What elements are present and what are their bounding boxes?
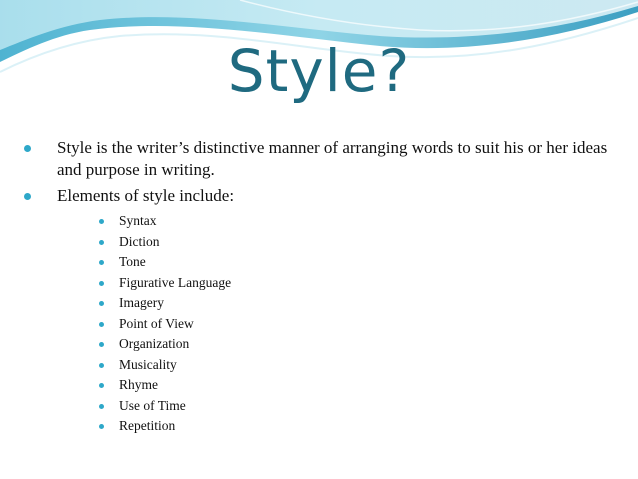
list-item: Repetition (57, 416, 622, 437)
bullet-text: Elements of style include: (57, 186, 235, 205)
list-item-text: Syntax (119, 213, 157, 228)
list-item: Diction (57, 232, 622, 253)
list-item-text: Use of Time (119, 397, 186, 413)
bullet-dot-icon (99, 424, 104, 429)
bullet-dot-icon (99, 383, 104, 388)
list-item: Rhyme (57, 375, 622, 396)
bullet-dot-icon (24, 193, 31, 200)
list-item-text: Repetition (119, 418, 176, 433)
bullet-text: Style is the writer’s distinctive manner… (57, 138, 608, 179)
bullet-dot-icon (99, 239, 104, 245)
list-item: Point of View (57, 314, 622, 335)
bullet-dot-icon (99, 260, 104, 265)
list-item-text: Rhyme (119, 377, 158, 392)
bullet-dot-icon (99, 362, 104, 368)
list-item: Figurative Language (57, 273, 622, 294)
list-item-text: Musicality (119, 356, 177, 372)
list-item: Use of Time (57, 396, 622, 417)
list-item-text: Tone (119, 254, 146, 269)
list-item-text: Diction (119, 233, 160, 249)
list-item: Musicality (57, 355, 622, 376)
list-item: Syntax (57, 211, 622, 232)
bullet-dot-icon (24, 145, 31, 152)
slide-title: Style? (227, 37, 411, 105)
bullet-dot-icon (99, 403, 104, 409)
style-elements-list: Syntax Diction Tone Figurative Language … (57, 211, 622, 437)
list-item-text: Point of View (119, 315, 194, 331)
list-item-text: Figurative Language (119, 274, 232, 290)
bullet-item: Style is the writer’s distinctive manner… (22, 137, 622, 181)
bullet-list: Style is the writer’s distinctive manner… (22, 137, 622, 441)
list-item-text: Organization (119, 336, 190, 351)
bullet-dot-icon (99, 301, 104, 306)
list-item: Tone (57, 252, 622, 273)
bullet-dot-icon (99, 280, 104, 286)
bullet-item: Elements of style include: Syntax Dictio… (22, 185, 622, 437)
bullet-dot-icon (99, 342, 104, 347)
bullet-dot-icon (99, 321, 104, 327)
list-item-text: Imagery (119, 295, 164, 310)
list-item: Imagery (57, 293, 622, 314)
slide: Style? Style is the writer’s distinctive… (0, 0, 638, 479)
list-item: Organization (57, 334, 622, 355)
bullet-dot-icon (99, 219, 104, 224)
